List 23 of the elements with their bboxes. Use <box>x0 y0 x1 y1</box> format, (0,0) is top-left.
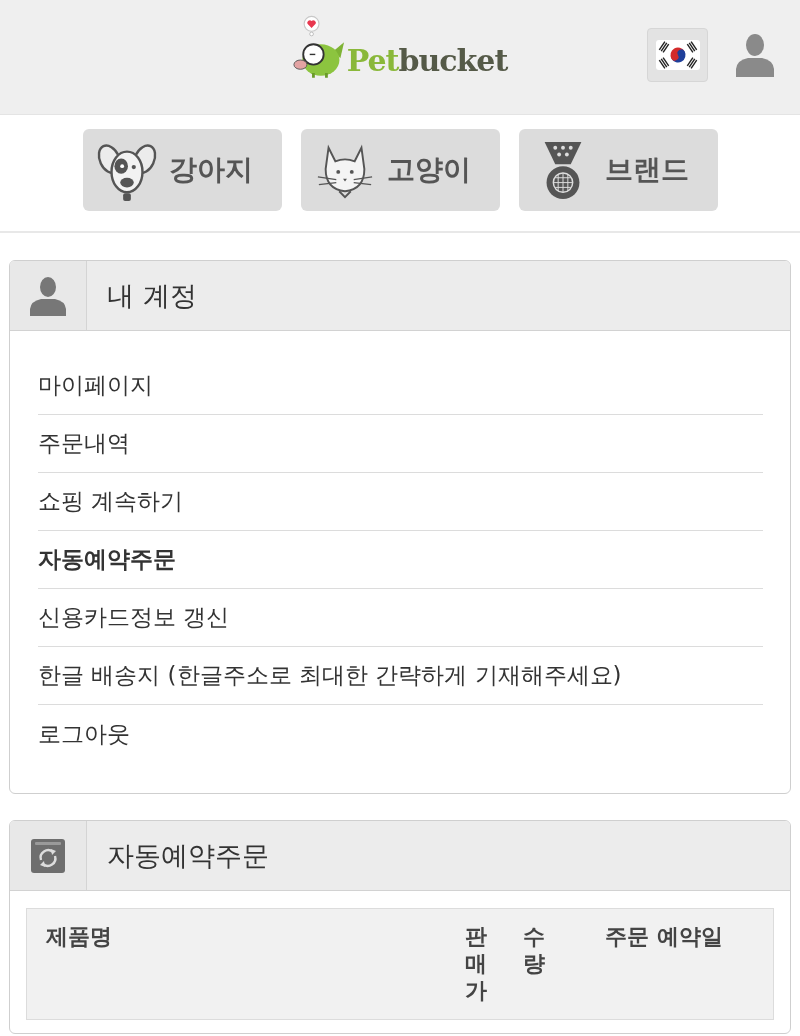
account-menu-item[interactable]: 한글 배송지 (한글주소로 최대한 간략하게 기재해주세요) <box>38 647 763 705</box>
panel-title: 내 계정 <box>106 278 197 313</box>
account-menu-item[interactable]: 자동예약주문 <box>38 531 763 589</box>
account-menu-item[interactable]: 주문내역 <box>38 415 763 473</box>
account-menu-item[interactable]: 로그아웃 <box>38 705 763 763</box>
language-button[interactable] <box>647 28 708 82</box>
category-button[interactable]: 브랜드 <box>518 129 718 211</box>
account-menu-item[interactable]: 쇼핑 계속하기 <box>38 473 763 531</box>
user-icon[interactable] <box>735 33 775 77</box>
column-header: 주문 예약일 <box>605 923 723 950</box>
logo-text[interactable]: Petbucket <box>346 46 508 76</box>
account-menu-item[interactable]: 마이페이지 <box>38 357 763 415</box>
category-button[interactable]: 강아지 <box>82 129 282 211</box>
column-header: 수량 <box>523 923 545 977</box>
repeat-icon <box>31 838 65 873</box>
category-button[interactable]: 고양이 <box>300 129 500 211</box>
column-header: 판매가 <box>465 923 487 1004</box>
account-menu-item[interactable]: 신용카드정보 갱신 <box>38 589 763 647</box>
flag-icon <box>655 40 700 70</box>
user-icon <box>28 275 68 316</box>
column-header: 제품명 <box>46 923 112 950</box>
panel-title: 자동예약주문 <box>106 838 269 873</box>
mascot-logo-icon[interactable] <box>292 15 345 79</box>
